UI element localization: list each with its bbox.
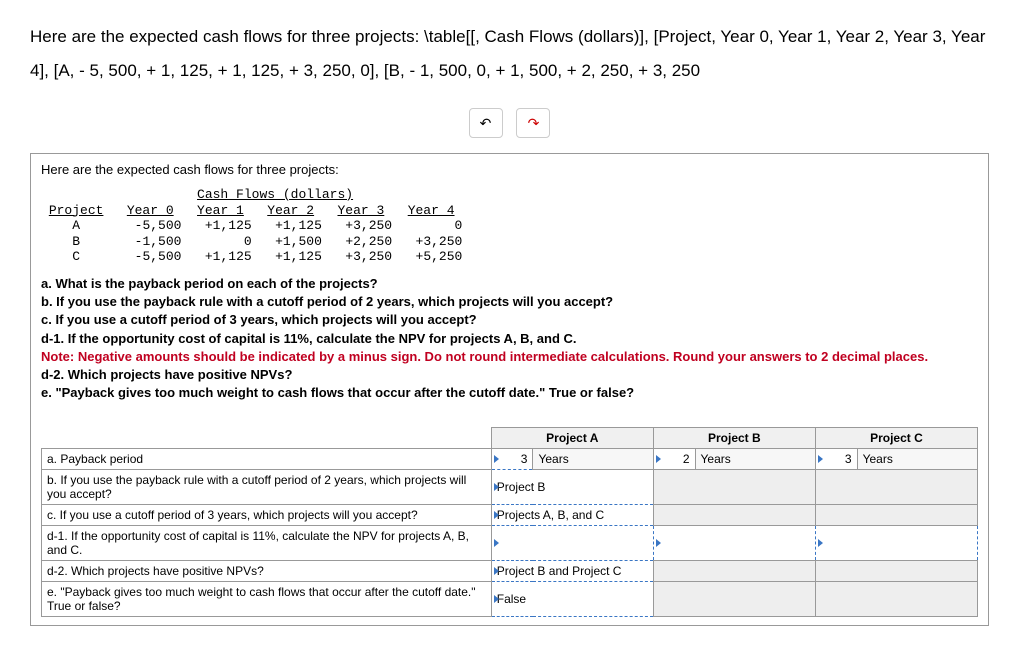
header-proj-a: Project A	[491, 428, 653, 449]
row-c-y4: +5,250	[416, 249, 463, 264]
row-a-y0: -5,500	[135, 218, 182, 233]
q-d1: d-1. If the opportunity cost of capital …	[41, 331, 577, 346]
row-c-p: C	[72, 249, 80, 264]
col-y4: Year 4	[408, 203, 455, 218]
row-a-y3: +3,250	[345, 218, 392, 233]
ans-e-blank2	[815, 582, 977, 617]
ans-a-unitB: Years	[695, 449, 815, 470]
cash-table-title: Cash Flows (dollars)	[197, 187, 353, 202]
row-c-y0: -5,500	[135, 249, 182, 264]
ans-a-valA[interactable]: 3	[491, 449, 533, 470]
col-y3: Year 3	[337, 203, 384, 218]
col-y1: Year 1	[197, 203, 244, 218]
cash-flow-table: Cash Flows (dollars) Project Year 0 Year…	[41, 187, 978, 265]
q-b: b. If you use the payback rule with a cu…	[41, 294, 613, 309]
ans-a-unitC: Years	[857, 449, 977, 470]
col-project: Project	[49, 203, 104, 218]
ans-b-blank1	[653, 470, 815, 505]
answer-section: Project A Project B Project C a. Payback…	[41, 427, 978, 617]
row-b-y1: 0	[244, 234, 252, 249]
row-b-y3: +2,250	[345, 234, 392, 249]
ans-a-unitA: Years	[533, 449, 653, 470]
answer-table: Project A Project B Project C a. Payback…	[41, 427, 978, 617]
ans-d1-valB[interactable]	[653, 526, 815, 561]
ans-b-val[interactable]: Project B	[491, 470, 653, 505]
ans-d2-label: d-2. Which projects have positive NPVs?	[42, 561, 492, 582]
problem-statement: Here are the expected cash flows for thr…	[30, 20, 989, 88]
ans-a-valC[interactable]: 3	[815, 449, 857, 470]
note-text: Note: Negative amounts should be indicat…	[41, 348, 978, 366]
ans-d2-blank1	[653, 561, 815, 582]
col-y0: Year 0	[127, 203, 174, 218]
header-proj-b: Project B	[653, 428, 815, 449]
ans-c-val[interactable]: Projects A, B, and C	[491, 505, 653, 526]
undo-button[interactable]: ↶	[469, 108, 503, 138]
ans-c-blank2	[815, 505, 977, 526]
row-c-y1: +1,125	[205, 249, 252, 264]
q-c: c. If you use a cutoff period of 3 years…	[41, 312, 477, 327]
ans-c-blank1	[653, 505, 815, 526]
blank-header	[42, 428, 492, 449]
row-b-y0: -1,500	[135, 234, 182, 249]
ans-d1-valC[interactable]	[815, 526, 977, 561]
row-b-y4: +3,250	[416, 234, 463, 249]
ans-d2-val[interactable]: Project B and Project C	[491, 561, 653, 582]
ans-e-val[interactable]: False	[491, 582, 653, 617]
row-c-y2: +1,125	[275, 249, 322, 264]
ans-a-label: a. Payback period	[42, 449, 492, 470]
ans-e-blank1	[653, 582, 815, 617]
ans-d1-valA[interactable]	[491, 526, 653, 561]
question-block: a. What is the payback period on each of…	[41, 275, 978, 402]
col-y2: Year 2	[267, 203, 314, 218]
ans-b-label: b. If you use the payback rule with a cu…	[42, 470, 492, 505]
row-b-y2: +1,500	[275, 234, 322, 249]
row-a-p: A	[72, 218, 80, 233]
ans-d1-label: d-1. If the opportunity cost of capital …	[42, 526, 492, 561]
redo-button[interactable]: ↷	[516, 108, 550, 138]
ans-e-label: e. "Payback gives too much weight to cas…	[42, 582, 492, 617]
ans-c-label: c. If you use a cutoff period of 3 years…	[42, 505, 492, 526]
q-e: e. "Payback gives too much weight to cas…	[41, 385, 634, 400]
intro-text: Here are the expected cash flows for thr…	[41, 162, 978, 177]
row-c-y3: +3,250	[345, 249, 392, 264]
row-a-y2: +1,125	[275, 218, 322, 233]
row-b-p: B	[72, 234, 80, 249]
row-a-y4: 0	[455, 218, 463, 233]
row-a-y1: +1,125	[205, 218, 252, 233]
ans-d2-blank2	[815, 561, 977, 582]
q-a: a. What is the payback period on each of…	[41, 276, 378, 291]
toolbar: ↶ ↷	[30, 108, 989, 138]
ans-b-blank2	[815, 470, 977, 505]
ans-a-valB[interactable]: 2	[653, 449, 695, 470]
content-panel: Here are the expected cash flows for thr…	[30, 153, 989, 626]
header-proj-c: Project C	[815, 428, 977, 449]
q-d2: d-2. Which projects have positive NPVs?	[41, 367, 292, 382]
